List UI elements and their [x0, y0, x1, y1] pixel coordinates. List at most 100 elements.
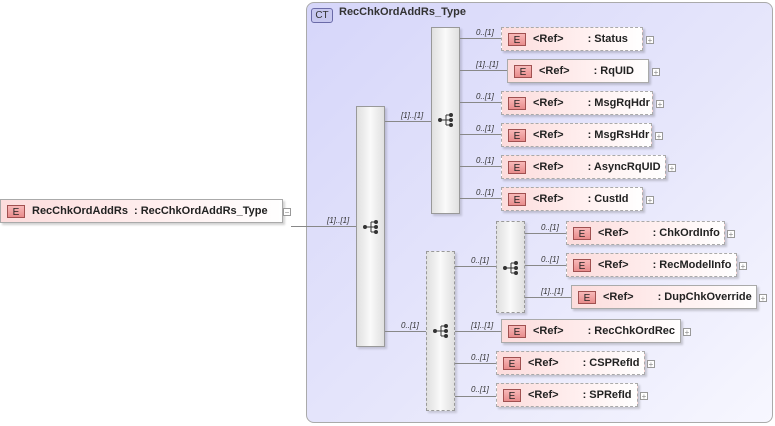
ref-label: <Ref> [533, 97, 564, 109]
expand-icon[interactable]: + [655, 132, 663, 141]
element-badge: E [573, 226, 591, 240]
element-badge: E [578, 290, 596, 304]
cardinality-label: 0..[1] [476, 124, 494, 133]
cardinality-label: 0..[1] [401, 321, 419, 330]
collapse-icon[interactable]: − [283, 208, 291, 217]
element-name: : AsyncRqUID [587, 161, 661, 173]
element-name: : RecChkOrdRec [587, 325, 675, 337]
expand-icon[interactable]: + [727, 230, 735, 239]
root-element-name: RecChkOrdAddRs [32, 205, 128, 217]
cardinality-label: 0..[1] [476, 188, 494, 197]
element-chkordinfo[interactable]: E <Ref> : ChkOrdInfo [566, 221, 725, 245]
root-element-type: : RecChkOrdAddRs_Type [133, 205, 268, 217]
cardinality-label: [1]..[1] [327, 216, 350, 225]
expand-icon[interactable]: + [646, 196, 654, 205]
sequence-icon [433, 324, 448, 338]
element-recchkordrec[interactable]: E <Ref> : RecChkOrdRec [501, 319, 681, 343]
expand-icon[interactable]: + [739, 262, 747, 271]
cardinality-label: 0..[1] [471, 353, 489, 362]
connector [525, 265, 566, 266]
cardinality-label: [1]..[1] [476, 60, 499, 69]
complex-type-badge: CT [311, 8, 333, 23]
element-name: : RqUID [593, 65, 634, 77]
connector [455, 363, 496, 364]
ref-label: <Ref> [528, 357, 559, 369]
ref-label: <Ref> [533, 193, 564, 205]
ref-label: <Ref> [533, 129, 564, 141]
connector [525, 297, 571, 298]
ref-label: <Ref> [539, 65, 570, 77]
element-badge: E [508, 32, 526, 46]
connector [455, 266, 496, 267]
ref-label: <Ref> [533, 33, 564, 45]
element-badge: E [508, 128, 526, 142]
complex-type-title: RecChkOrdAddRs_Type [339, 6, 466, 18]
element-badge: E [508, 96, 526, 110]
connector [455, 331, 501, 332]
element-csprefid[interactable]: E <Ref> : CSPRefId [496, 351, 645, 375]
expand-icon[interactable]: + [640, 392, 648, 401]
connector [455, 396, 496, 397]
cardinality-label: [1]..[1] [471, 321, 494, 330]
element-rquid[interactable]: E <Ref> : RqUID [507, 59, 649, 83]
element-name: : ChkOrdInfo [652, 227, 720, 239]
ref-label: <Ref> [533, 161, 564, 173]
cardinality-label: [1]..[1] [401, 111, 424, 120]
expand-icon[interactable]: + [683, 328, 691, 337]
expand-icon[interactable]: + [647, 360, 655, 369]
expand-icon[interactable]: + [652, 68, 660, 77]
ref-label: <Ref> [598, 259, 629, 271]
root-element[interactable]: E RecChkOrdAddRs : RecChkOrdAddRs_Type [0, 199, 283, 223]
element-badge: E [508, 324, 526, 338]
sequence-icon [363, 220, 378, 234]
element-name: : MsgRsHdr [587, 129, 650, 141]
element-name: : CustId [587, 193, 629, 205]
element-badge: E [503, 388, 521, 402]
expand-icon[interactable]: + [759, 294, 767, 303]
element-name: : MsgRqHdr [587, 97, 650, 109]
ref-label: <Ref> [598, 227, 629, 239]
element-name: : RecModelInfo [652, 259, 732, 271]
connector [460, 70, 507, 71]
element-dupchkoverride[interactable]: E <Ref> : DupChkOverride [571, 285, 757, 309]
sequence-icon [503, 261, 518, 275]
cardinality-label: 0..[1] [476, 92, 494, 101]
element-name: : Status [587, 33, 628, 45]
expand-icon[interactable]: + [656, 100, 664, 109]
element-recmodelinfo[interactable]: E <Ref> : RecModelInfo [566, 253, 737, 277]
ref-label: <Ref> [603, 291, 634, 303]
element-badge: E [503, 356, 521, 370]
ref-label: <Ref> [528, 389, 559, 401]
ref-label: <Ref> [533, 325, 564, 337]
connector [525, 233, 566, 234]
element-status[interactable]: E <Ref> : Status [501, 27, 643, 51]
element-badge: E [514, 64, 532, 78]
cardinality-label: [1]..[1] [541, 287, 564, 296]
element-badge: E [7, 204, 25, 218]
element-asyncrquid[interactable]: E <Ref> : AsyncRqUID [501, 155, 666, 179]
connector [460, 38, 501, 39]
cardinality-label: 0..[1] [471, 256, 489, 265]
element-name: : CSPRefId [582, 357, 640, 369]
element-badge: E [508, 192, 526, 206]
cardinality-label: 0..[1] [471, 385, 489, 394]
element-custid[interactable]: E <Ref> : CustId [501, 187, 643, 211]
element-msgrshdr[interactable]: E <Ref> : MsgRsHdr [501, 123, 652, 147]
connector [385, 331, 426, 332]
connector [460, 102, 501, 103]
connector [291, 226, 356, 227]
element-sprefid[interactable]: E <Ref>: SPRefId [496, 383, 638, 407]
connector [460, 198, 501, 199]
cardinality-label: 0..[1] [541, 255, 559, 264]
element-name: : DupChkOverride [657, 291, 752, 303]
element-msgrqhdr[interactable]: E <Ref> : MsgRqHdr [501, 91, 653, 115]
cardinality-label: 0..[1] [476, 28, 494, 37]
element-badge: E [508, 160, 526, 174]
element-badge: E [573, 258, 591, 272]
cardinality-label: 0..[1] [541, 223, 559, 232]
connector [460, 166, 501, 167]
expand-icon[interactable]: + [646, 36, 654, 45]
sequence-icon [438, 113, 453, 127]
expand-icon[interactable]: + [668, 164, 676, 173]
connector [385, 121, 431, 122]
